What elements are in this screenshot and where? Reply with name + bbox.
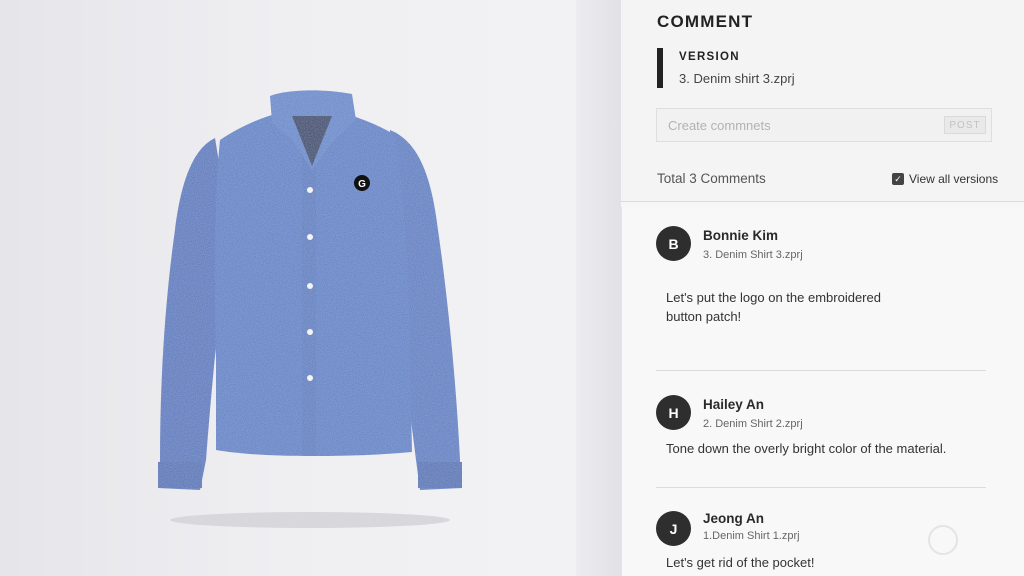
comment-author: Jeong An: [703, 511, 765, 526]
comment-panel-header: COMMENT VERSION 3. Denim shirt 3.zprj PO…: [621, 0, 1024, 202]
version-marker: [657, 48, 663, 88]
comment-input[interactable]: [657, 109, 991, 141]
denim-shirt-model[interactable]: G: [120, 80, 500, 530]
comment-text: Let's put the logo on the embroidered bu…: [666, 290, 881, 324]
comment-panel: COMMENT VERSION 3. Denim shirt 3.zprj PO…: [621, 0, 1024, 576]
floor-shadow: [170, 512, 450, 528]
comment-text: Let's get rid of the pocket!: [666, 555, 815, 570]
shirt-placket: [302, 150, 316, 456]
comment-input-box: POST: [656, 108, 992, 142]
viewport-edge: [576, 0, 621, 576]
svg-text:G: G: [358, 179, 366, 190]
left-cuff: [158, 462, 202, 488]
post-button[interactable]: POST: [944, 116, 986, 134]
logo-patch[interactable]: G: [354, 175, 370, 191]
avatar: B: [656, 226, 691, 261]
right-cuff: [418, 462, 462, 488]
version-label: VERSION: [679, 51, 740, 63]
comment-divider: [656, 487, 986, 488]
view-all-versions-label: View all versions: [909, 172, 999, 186]
comment-version-file: 2. Denim Shirt 2.zprj: [703, 418, 803, 430]
comment-author: Bonnie Kim: [703, 228, 779, 243]
checkbox-checked-icon[interactable]: ✓: [892, 173, 904, 185]
garment-viewport[interactable]: G: [0, 0, 621, 576]
comment-version-file: 3. Denim Shirt 3.zprj: [703, 249, 803, 261]
scroll-loader-icon: [928, 525, 958, 555]
comment-author: Hailey An: [703, 397, 765, 412]
avatar: J: [656, 511, 691, 546]
comment-list[interactable]: B Bonnie Kim 3. Denim Shirt 3.zprj Let's…: [621, 207, 1024, 576]
total-comments-count: Total 3 Comments: [657, 171, 766, 186]
panel-title: COMMENT: [657, 12, 754, 31]
avatar: H: [656, 395, 691, 430]
comment-version-file: 1.Denim Shirt 1.zprj: [703, 530, 800, 542]
version-file: 3. Denim shirt 3.zprj: [679, 71, 795, 86]
comment-text: Tone down the overly bright color of the…: [666, 441, 947, 456]
comment-divider: [656, 370, 986, 371]
view-all-versions-toggle[interactable]: ✓ View all versions: [892, 172, 998, 186]
